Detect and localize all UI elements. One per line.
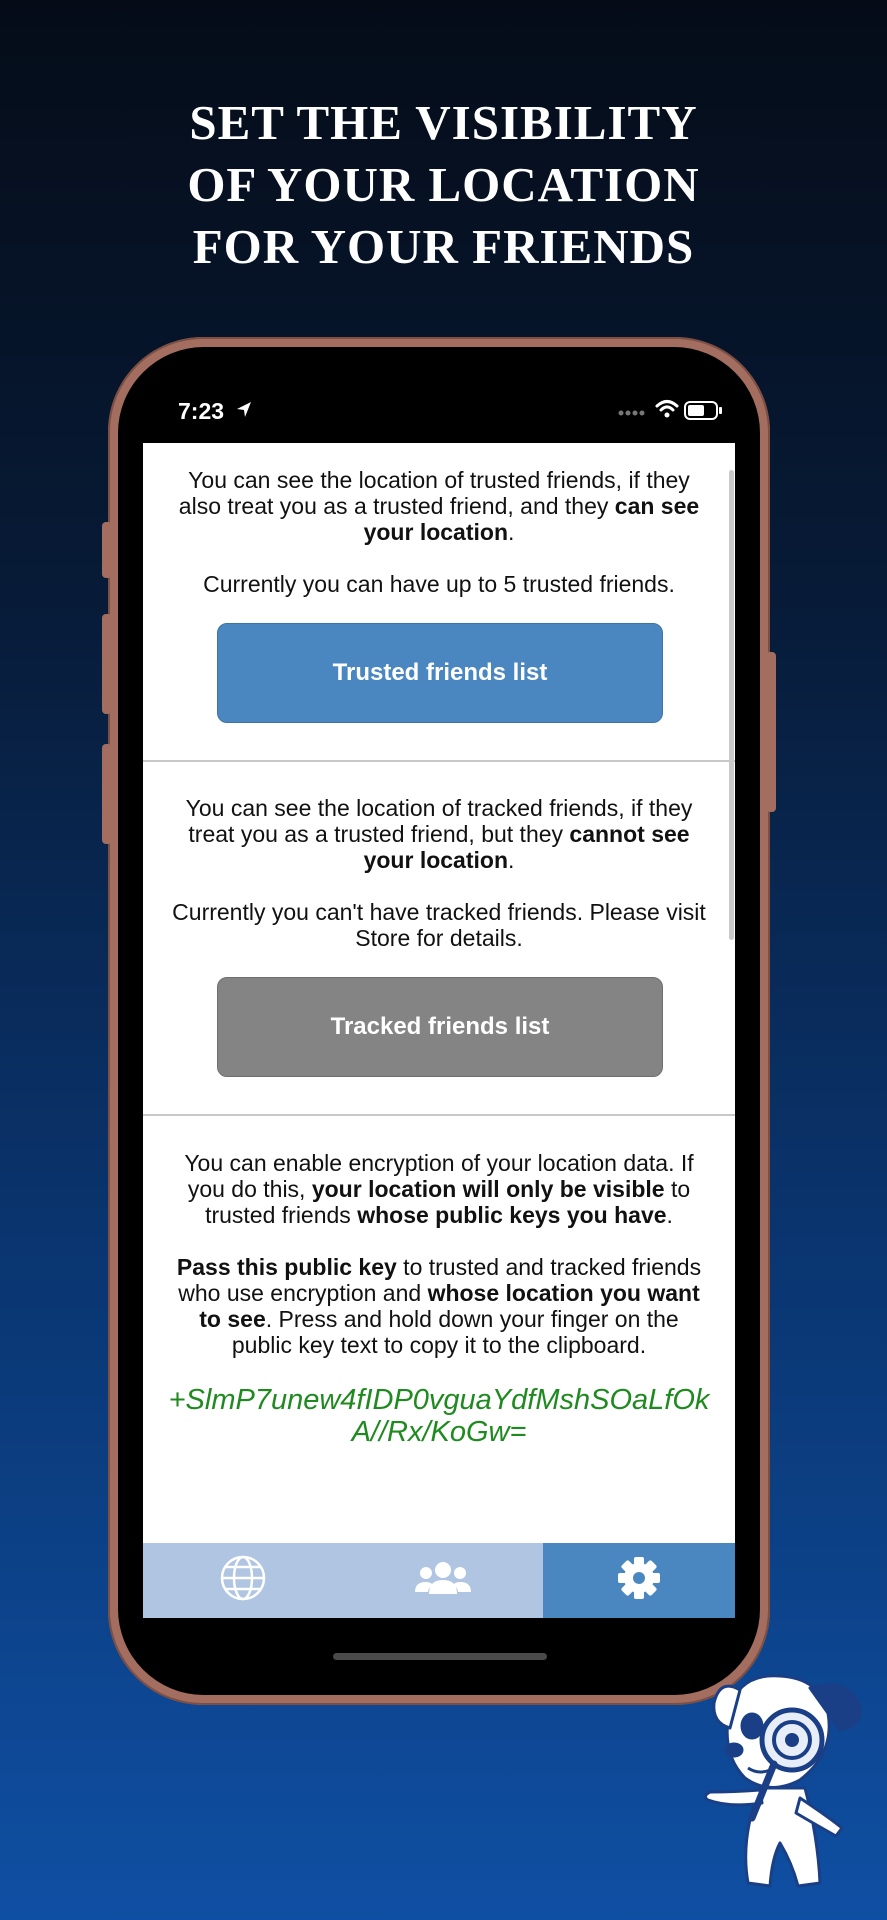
app-screen[interactable]: You can see the location of trusted frie…: [143, 443, 735, 1618]
tab-friends[interactable]: [343, 1543, 543, 1618]
globe-icon: [219, 1554, 267, 1607]
gear-icon: [616, 1555, 662, 1606]
phone-volume-down-button: [102, 744, 112, 844]
headline-line-1: SET THE VISIBILITY: [189, 95, 698, 150]
trusted-description: You can see the location of trusted frie…: [178, 467, 700, 545]
promo-headline: SET THE VISIBILITY OF YOUR LOCATION FOR …: [0, 92, 887, 278]
home-indicator[interactable]: [333, 1653, 547, 1660]
encryption-section: You can enable encryption of your locati…: [143, 1150, 735, 1448]
status-indicators: [613, 396, 725, 432]
friends-icon: [415, 1558, 471, 1603]
tracked-limit-text: Currently you can't have tracked friends…: [172, 899, 706, 951]
tracked-friends-list-button[interactable]: Tracked friends list: [217, 977, 663, 1077]
tracked-section: You can see the location of tracked frie…: [143, 795, 735, 977]
section-divider: [143, 760, 735, 762]
wifi-icon: [655, 400, 679, 412]
tab-bar: [143, 1543, 735, 1618]
public-key-instructions: Pass this public key to trusted and trac…: [176, 1254, 702, 1358]
scrollbar[interactable]: [729, 470, 734, 940]
battery-icon: [684, 401, 722, 420]
phone-power-button: [766, 652, 776, 812]
tab-map[interactable]: [143, 1543, 343, 1618]
signal-icon: [618, 410, 645, 416]
tab-settings[interactable]: [543, 1543, 735, 1618]
public-key-text[interactable]: +SlmP7unew4fIDP0vguaYdfMshSOaLfOkA//Rx/K…: [143, 1384, 735, 1448]
status-bar: 7:23: [143, 392, 735, 432]
trusted-limit-text: Currently you can have up to 5 trusted f…: [203, 571, 675, 597]
tracked-description: You can see the location of tracked frie…: [185, 795, 693, 873]
section-divider: [143, 1114, 735, 1116]
phone-volume-up-button: [102, 614, 112, 714]
headline-line-2: OF YOUR LOCATION: [187, 157, 700, 212]
trusted-friends-list-button[interactable]: Trusted friends list: [217, 623, 663, 723]
status-time: 7:23: [178, 398, 225, 424]
phone-side-button: [102, 522, 112, 578]
headline-line-3: FOR YOUR FRIENDS: [192, 219, 695, 274]
trusted-section: You can see the location of trusted frie…: [143, 467, 735, 623]
encryption-description: You can enable encryption of your locati…: [184, 1150, 694, 1228]
dog-mascot-illustration: [700, 1668, 880, 1898]
location-arrow-icon: [236, 398, 252, 425]
